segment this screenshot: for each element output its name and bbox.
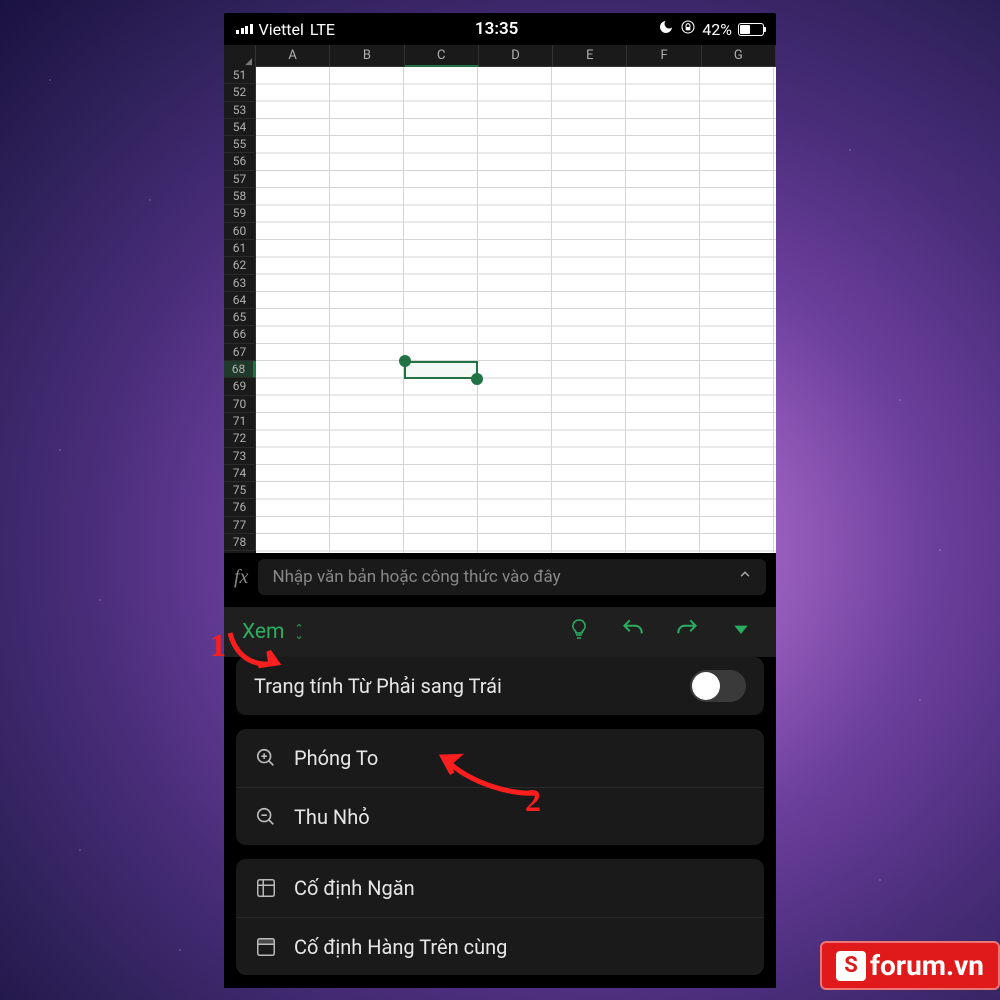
row-header[interactable]: 61 <box>224 240 256 257</box>
row-header[interactable]: 55 <box>224 136 256 153</box>
option-zoom-in[interactable]: Phóng To <box>236 729 764 787</box>
moon-icon <box>658 19 674 39</box>
fx-icon[interactable]: fx <box>234 566 248 589</box>
redo-icon[interactable] <box>670 616 704 648</box>
ribbon-tab-view[interactable]: Xem ⌃⌄ <box>242 620 304 644</box>
watermark-icon: S <box>836 951 866 981</box>
row-header[interactable]: 75 <box>224 482 256 499</box>
signal-icon <box>236 24 253 34</box>
row-header[interactable]: 66 <box>224 326 256 343</box>
column-header[interactable]: G <box>702 45 776 67</box>
ribbon-tab-label: Xem <box>242 620 284 644</box>
row-header[interactable]: 71 <box>224 413 256 430</box>
status-time: 13:35 <box>475 19 518 39</box>
undo-icon[interactable] <box>616 616 650 648</box>
row-header[interactable]: 78 <box>224 534 256 551</box>
row-header[interactable]: 51 <box>224 67 256 84</box>
option-label: Trang tính Từ Phải sang Trái <box>254 674 502 698</box>
column-header[interactable]: E <box>553 45 627 67</box>
row-header[interactable]: 52 <box>224 84 256 101</box>
row-header[interactable]: 65 <box>224 309 256 326</box>
column-headers: ABCDEFG <box>224 45 776 67</box>
status-bar: Viettel LTE 13:35 42% <box>224 13 776 45</box>
row-header[interactable]: 67 <box>224 344 256 361</box>
battery-icon <box>738 23 764 36</box>
ribbon-toolbar: Xem ⌃⌄ <box>224 607 776 657</box>
orientation-lock-icon <box>680 19 696 39</box>
option-rtl-sheet[interactable]: Trang tính Từ Phải sang Trái <box>236 657 764 715</box>
cell-selection[interactable] <box>404 361 478 379</box>
row-header[interactable]: 57 <box>224 171 256 188</box>
watermark: S forum.vn <box>820 941 1000 990</box>
battery-percent: 42% <box>702 20 732 39</box>
row-header[interactable]: 72 <box>224 430 256 447</box>
row-header[interactable]: 74 <box>224 465 256 482</box>
formula-bar: fx Nhập văn bản hoặc công thức vào đây <box>224 553 776 601</box>
formula-placeholder: Nhập văn bản hoặc công thức vào đây <box>272 559 560 595</box>
option-freeze-panes[interactable]: Cố định Ngăn <box>236 859 764 917</box>
column-header[interactable]: B <box>330 45 404 67</box>
zoom-in-icon <box>254 747 278 769</box>
column-header[interactable]: F <box>627 45 701 67</box>
zoom-out-icon <box>254 806 278 828</box>
column-header[interactable]: C <box>405 45 479 67</box>
row-header[interactable]: 56 <box>224 153 256 170</box>
row-header[interactable]: 76 <box>224 499 256 516</box>
option-freeze-top-row[interactable]: Cố định Hàng Trên cùng <box>236 917 764 975</box>
expand-formula-icon[interactable] <box>738 559 752 595</box>
option-label: Thu Nhỏ <box>294 805 370 829</box>
phone-frame: Viettel LTE 13:35 42% ABCDEFG 5152535455… <box>224 13 776 988</box>
watermark-text: forum.vn <box>870 949 984 982</box>
formula-input[interactable]: Nhập văn bản hoặc công thức vào đây <box>258 559 766 595</box>
option-label: Phóng To <box>294 746 378 770</box>
cell-grid[interactable] <box>256 67 776 553</box>
row-header[interactable]: 60 <box>224 223 256 240</box>
option-label: Cố định Hàng Trên cùng <box>294 935 507 959</box>
row-headers: 5152535455565758596061626364656667686970… <box>224 67 256 553</box>
tab-switch-icon[interactable]: ⌃⌄ <box>294 625 303 639</box>
selection-handle-br[interactable] <box>471 373 483 385</box>
view-options-panel: Trang tính Từ Phải sang Trái Phóng To Th… <box>224 657 776 988</box>
row-header[interactable]: 59 <box>224 205 256 222</box>
row-header[interactable]: 64 <box>224 292 256 309</box>
row-header[interactable]: 63 <box>224 275 256 292</box>
spreadsheet[interactable]: ABCDEFG 51525354555657585960616263646566… <box>224 45 776 553</box>
select-all-corner[interactable] <box>224 45 256 67</box>
option-zoom-out[interactable]: Thu Nhỏ <box>236 787 764 845</box>
row-header[interactable]: 54 <box>224 119 256 136</box>
collapse-ribbon-icon[interactable] <box>724 619 758 645</box>
network-label: LTE <box>310 20 335 39</box>
column-header[interactable]: D <box>479 45 553 67</box>
column-header[interactable]: A <box>256 45 330 67</box>
freeze-panes-icon <box>254 877 278 899</box>
rtl-toggle[interactable] <box>690 670 746 702</box>
selection-handle-tl[interactable] <box>399 355 411 367</box>
row-header[interactable]: 70 <box>224 396 256 413</box>
row-header[interactable]: 69 <box>224 378 256 395</box>
carrier-label: Viettel <box>259 20 304 39</box>
freeze-top-row-icon <box>254 936 278 958</box>
row-header[interactable]: 53 <box>224 102 256 119</box>
lightbulb-icon[interactable] <box>562 617 596 647</box>
row-header[interactable]: 58 <box>224 188 256 205</box>
row-header[interactable]: 73 <box>224 448 256 465</box>
row-header[interactable]: 77 <box>224 517 256 534</box>
row-header[interactable]: 62 <box>224 257 256 274</box>
row-header[interactable]: 68 <box>224 361 256 378</box>
option-label: Cố định Ngăn <box>294 876 415 900</box>
